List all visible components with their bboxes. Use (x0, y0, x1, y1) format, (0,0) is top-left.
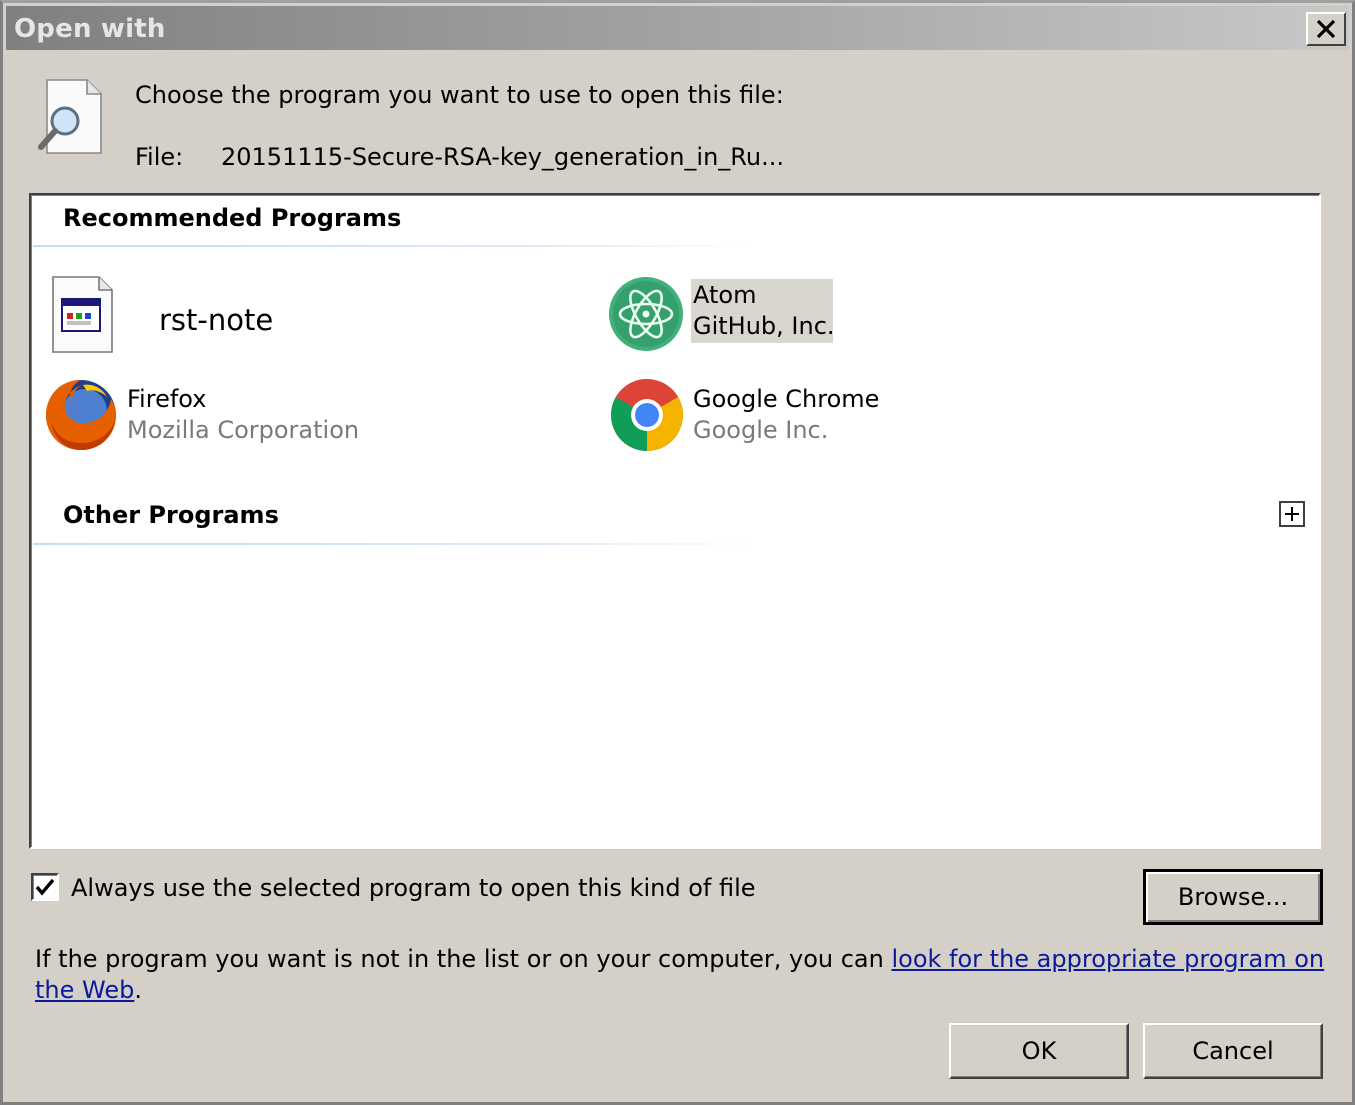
recommended-programs-header: Recommended Programs (63, 204, 402, 232)
other-divider (33, 543, 753, 545)
title-bar[interactable]: Open with (6, 6, 1349, 50)
atom-icon (609, 277, 683, 351)
program-name: Atom (693, 281, 757, 309)
prompt-text: Choose the program you want to use to op… (135, 81, 784, 109)
firefox-icon (46, 380, 116, 450)
program-item-atom[interactable]: Atom GitHub, Inc. (605, 271, 1165, 357)
program-publisher: Mozilla Corporation (127, 416, 360, 444)
file-name: 20151115-Secure-RSA-key_generation_in_Ru… (221, 143, 785, 171)
file-label: File: (135, 143, 184, 171)
program-item-rst-note[interactable]: rst-note (45, 271, 585, 357)
program-publisher: GitHub, Inc. (693, 312, 835, 340)
program-item-google-chrome[interactable]: Google Chrome Google Inc. (605, 375, 1165, 459)
ok-button[interactable]: OK (949, 1023, 1129, 1079)
help-text: If the program you want is not in the li… (35, 944, 1325, 1006)
checkmark-icon (35, 878, 55, 896)
always-use-label[interactable]: Always use the selected program to open … (71, 874, 756, 902)
browse-button[interactable]: Browse... (1143, 869, 1323, 925)
program-list[interactable]: Recommended Programs rst-note Atom GitHu… (29, 193, 1321, 849)
help-text-suffix: . (134, 976, 142, 1004)
other-programs-header: Other Programs (63, 501, 279, 529)
window-title: Open with (14, 14, 166, 44)
program-name: Google Chrome (693, 385, 880, 413)
plus-expand-icon[interactable] (1279, 501, 1305, 527)
help-text-prefix: If the program you want is not in the li… (35, 945, 892, 973)
program-name: Firefox (127, 385, 207, 413)
open-with-dialog: Open with Choose the program you want to… (0, 0, 1355, 1105)
program-publisher: Google Inc. (693, 416, 829, 444)
close-button[interactable] (1306, 12, 1346, 46)
close-icon (1316, 19, 1336, 39)
program-item-firefox[interactable]: Firefox Mozilla Corporation (41, 375, 581, 459)
rst-note-app-icon (52, 276, 113, 353)
chrome-icon (610, 379, 684, 451)
program-name: rst-note (159, 303, 274, 337)
always-use-checkbox[interactable] (31, 873, 59, 901)
recommended-divider (33, 245, 753, 247)
cancel-button[interactable]: Cancel (1143, 1023, 1323, 1079)
document-magnifier-icon (38, 79, 102, 154)
